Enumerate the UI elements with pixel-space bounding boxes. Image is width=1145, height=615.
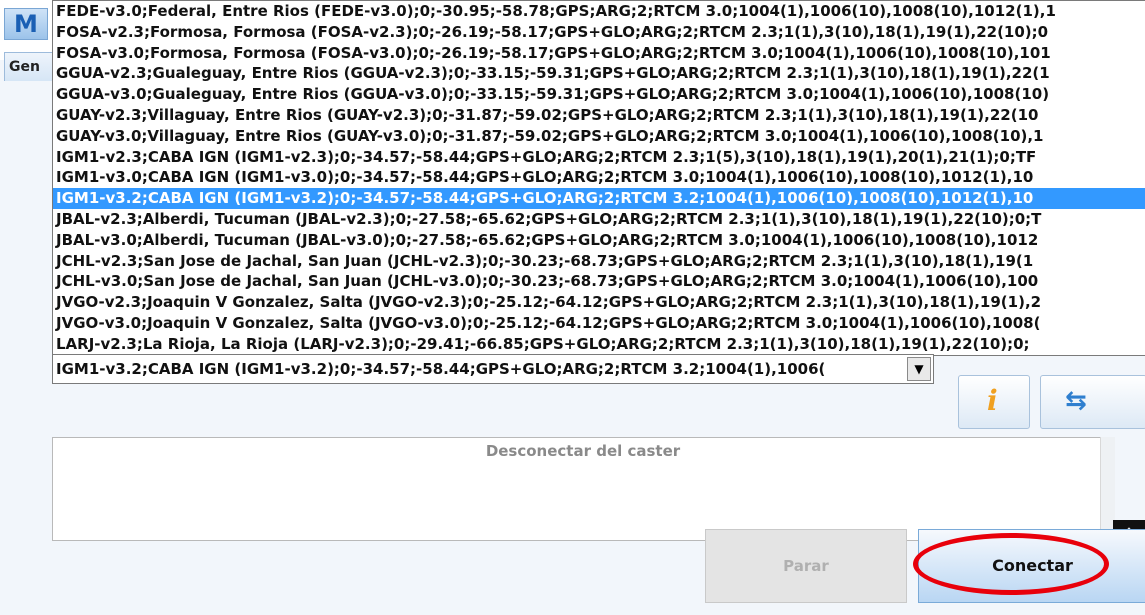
combobox-value: IGM1-v3.2;CABA IGN (IGM1-v3.2);0;-34.57;… [56, 360, 826, 378]
status-log: Desconectar del caster [52, 437, 1114, 541]
mountpoint-list-item[interactable]: JVGO-v2.3;Joaquin V Gonzalez, Salta (JVG… [53, 292, 1145, 313]
info-icon: i [987, 384, 998, 417]
mountpoint-list-item[interactable]: IGM1-v3.2;CABA IGN (IGM1-v3.2);0;-34.57;… [53, 188, 1145, 209]
mountpoint-list-item[interactable]: FOSA-v2.3;Formosa, Formosa (FOSA-v2.3);0… [53, 22, 1145, 43]
info-button[interactable]: i [958, 375, 1030, 429]
mountpoint-list-item[interactable]: GUAY-v3.0;Villaguay, Entre Rios (GUAY-v3… [53, 126, 1145, 147]
mountpoint-list-item[interactable]: LARJ-v2.3;La Rioja, La Rioja (LARJ-v2.3)… [53, 334, 1145, 355]
app-icon[interactable]: M [4, 8, 48, 40]
mountpoint-list-item[interactable]: FOSA-v3.0;Formosa, Formosa (FOSA-v3.0);0… [53, 43, 1145, 64]
mountpoint-list-item[interactable]: GGUA-v2.3;Gualeguay, Entre Rios (GGUA-v2… [53, 63, 1145, 84]
refresh-icon: ⇆ [1065, 386, 1087, 416]
mountpoint-list-item[interactable]: JCHL-v3.0;San Jose de Jachal, San Juan (… [53, 271, 1145, 292]
mountpoint-dropdown-list[interactable]: FEDE-v3.0;Federal, Entre Rios (FEDE-v3.0… [52, 0, 1145, 356]
mountpoint-list-item[interactable]: JCHL-v2.3;San Jose de Jachal, San Juan (… [53, 251, 1145, 272]
mountpoint-list-item[interactable]: JBAL-v2.3;Alberdi, Tucuman (JBAL-v2.3);0… [53, 209, 1145, 230]
mountpoint-list-item[interactable]: IGM1-v2.3;CABA IGN (IGM1-v2.3);0;-34.57;… [53, 147, 1145, 168]
dropdown-arrow-icon[interactable]: ▼ [907, 357, 931, 381]
status-log-message: Desconectar del caster [485, 442, 681, 460]
mountpoint-list-item[interactable]: FEDE-v3.0;Federal, Entre Rios (FEDE-v3.0… [53, 1, 1145, 22]
mountpoint-list-item[interactable]: GGUA-v3.0;Gualeguay, Entre Rios (GGUA-v3… [53, 84, 1145, 105]
mountpoint-list-item[interactable]: IGM1-v3.0;CABA IGN (IGM1-v3.0);0;-34.57;… [53, 167, 1145, 188]
mountpoint-list-item[interactable]: GUAY-v2.3;Villaguay, Entre Rios (GUAY-v2… [53, 105, 1145, 126]
mountpoint-list-item[interactable]: JBAL-v3.0;Alberdi, Tucuman (JBAL-v3.0);0… [53, 230, 1145, 251]
stop-button[interactable]: Parar [705, 529, 907, 603]
connect-button[interactable]: Conectar [918, 529, 1145, 603]
mountpoint-combobox[interactable]: IGM1-v3.2;CABA IGN (IGM1-v3.2);0;-34.57;… [52, 354, 934, 384]
refresh-button[interactable]: ⇆ [1040, 375, 1145, 429]
mountpoint-list-item[interactable]: JVGO-v3.0;Joaquin V Gonzalez, Salta (JVG… [53, 313, 1145, 334]
